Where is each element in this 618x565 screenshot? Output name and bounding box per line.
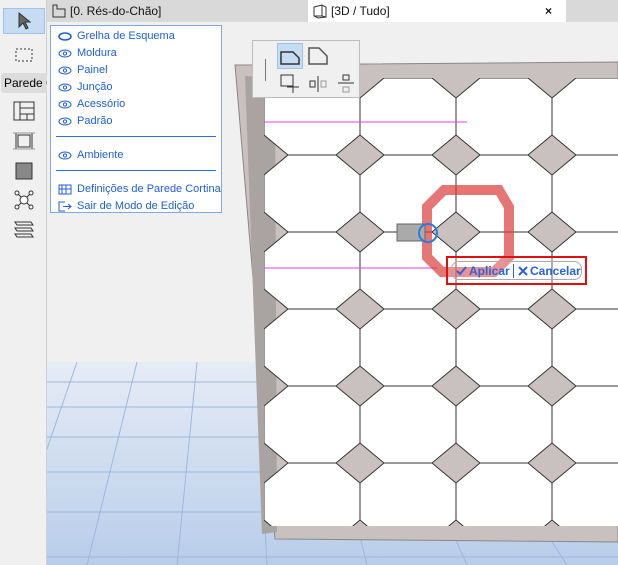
tab-label: [0. Rés-do-Chão] — [70, 4, 162, 18]
arrow-icon — [18, 12, 31, 30]
eye-closed-icon — [58, 31, 72, 41]
menu-item-accessory[interactable]: Acessório — [58, 96, 125, 112]
tab-label: [3D / Tudo] — [331, 4, 390, 18]
split-horizontal-button[interactable] — [333, 71, 359, 97]
tab-bar: [0. Rés-do-Chão] [3D / Tudo] × — [47, 0, 618, 22]
move-icon — [280, 74, 299, 93]
menu-item-label: Junção — [77, 81, 113, 93]
menu-item-pattern[interactable]: Padrão — [58, 113, 112, 129]
marquee-tool[interactable] — [3, 42, 45, 68]
menu-item-exit-edit-mode[interactable]: Sair de Modo de Edição — [58, 198, 194, 214]
frame-icon — [13, 132, 35, 150]
toolbox: Parede C — [0, 0, 47, 565]
shape-mode-button[interactable] — [305, 43, 331, 69]
settings-grid-icon — [58, 184, 72, 194]
junction-tool[interactable] — [3, 187, 45, 213]
eye-icon — [58, 49, 72, 57]
edit-mini-toolbar — [252, 40, 360, 98]
display-options-menu: Grelha de Esquema Moldura Painel Junção … — [50, 25, 222, 213]
menu-divider — [56, 136, 216, 137]
panel-icon — [15, 162, 33, 180]
cancel-label: Cancelar — [530, 263, 581, 278]
menu-divider — [56, 170, 216, 171]
panel-tool[interactable] — [3, 158, 45, 184]
eye-icon — [58, 100, 72, 108]
arrow-tool[interactable] — [3, 8, 45, 34]
apply-cancel-bar: Aplicar Cancelar — [446, 256, 587, 285]
menu-item-label: Acessório — [77, 98, 126, 110]
curtain-wall-section-label: Parede C — [1, 73, 47, 93]
menu-item-label: Grelha de Esquema — [77, 30, 175, 42]
menu-item-curtain-wall-settings[interactable]: Definições de Parede Cortina — [58, 181, 221, 197]
tab-floor-plan[interactable]: [0. Rés-do-Chão] — [52, 0, 161, 22]
marquee-icon — [15, 48, 33, 62]
rect-mode-button[interactable] — [277, 43, 303, 69]
grid-layout-icon — [13, 101, 35, 121]
eye-icon — [58, 117, 72, 125]
chamfer-shape-icon — [280, 51, 300, 65]
eye-icon — [58, 151, 72, 159]
menu-item-scheme-grid[interactable]: Grelha de Esquema — [58, 28, 175, 44]
eye-icon — [58, 83, 72, 91]
exit-icon — [58, 201, 72, 211]
3d-box-icon — [313, 3, 327, 19]
junction-icon — [14, 190, 34, 210]
apply-label: Aplicar — [469, 263, 510, 278]
accessory-icon — [14, 221, 34, 238]
tab-3d[interactable]: [3D / Tudo] × — [308, 0, 566, 22]
eye-icon — [58, 66, 72, 74]
menu-item-label: Painel — [77, 64, 108, 76]
floor-plan-icon — [52, 4, 66, 18]
frame-tool[interactable] — [3, 128, 45, 154]
scheme-grid-tool[interactable] — [3, 98, 45, 124]
close-tab-button[interactable]: × — [545, 0, 552, 22]
apply-button[interactable]: Aplicar — [452, 263, 514, 278]
x-icon — [518, 265, 528, 276]
menu-item-panel[interactable]: Painel — [58, 62, 108, 78]
curtain-wall-panels — [264, 78, 618, 526]
menu-item-label: Sair de Modo de Edição — [77, 200, 195, 212]
menu-item-label: Definições de Parede Cortina — [77, 183, 221, 195]
rounded-shape-icon — [308, 47, 328, 65]
move-button[interactable] — [277, 71, 303, 97]
menu-item-frame[interactable]: Moldura — [58, 45, 117, 61]
menu-item-label: Moldura — [77, 47, 117, 59]
menu-item-label: Ambiente — [77, 149, 124, 161]
menu-item-label: Padrão — [77, 115, 113, 127]
split-vertical-icon — [309, 76, 327, 92]
check-icon — [456, 265, 467, 275]
menu-item-ambient[interactable]: Ambiente — [58, 147, 123, 163]
split-horizontal-icon — [338, 74, 354, 93]
accessory-tool[interactable] — [3, 216, 45, 242]
split-vertical-button[interactable] — [305, 71, 331, 97]
menu-item-junction[interactable]: Junção — [58, 79, 112, 95]
cancel-button[interactable]: Cancelar — [514, 264, 581, 278]
